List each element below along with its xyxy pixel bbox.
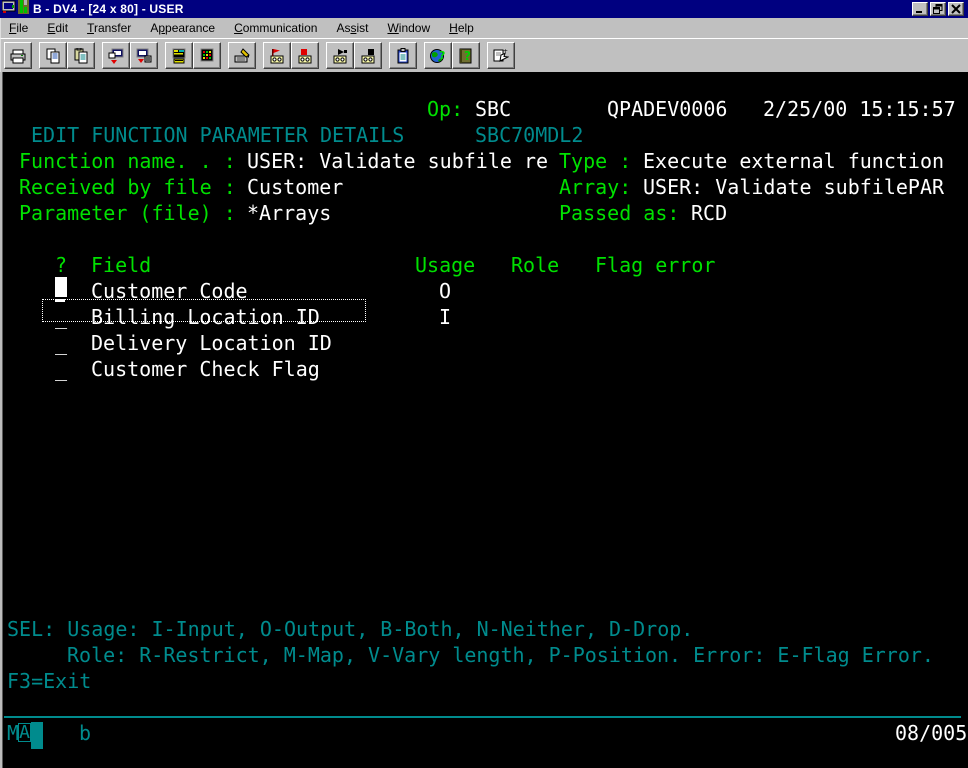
passed-as-value: RCD <box>691 201 728 225</box>
field-name: Customer Code <box>91 279 248 303</box>
toolbar-group <box>228 42 256 69</box>
menu-appearance[interactable]: Appearance <box>150 21 215 35</box>
svg-text:?: ? <box>464 49 471 63</box>
window-title: B - DV4 - [24 x 80] - USER <box>33 2 184 16</box>
session-icon[interactable] <box>18 0 29 19</box>
column-header-field: Field <box>91 253 152 277</box>
oia-separator <box>4 716 961 718</box>
menu-communication[interactable]: Communication <box>234 21 317 35</box>
menu-bar: File Edit Transfer Appearance Communication A… <box>0 18 968 38</box>
terminal-text: QPADEV0006 <box>607 97 728 121</box>
svg-text:+: + <box>503 48 508 55</box>
terminal-text: Passed as: <box>559 201 680 225</box>
receive-file-icon[interactable] <box>130 42 158 69</box>
input-underscore[interactable] <box>55 299 65 302</box>
web-help-icon[interactable]: ? <box>424 42 452 69</box>
oia-block-indicator <box>31 722 43 749</box>
field-name: Delivery Location ID <box>91 331 332 355</box>
play-macro-icon[interactable] <box>326 42 354 69</box>
array-value: USER: Validate subfilePAR <box>643 175 945 199</box>
terminal-text: Array: <box>559 175 632 199</box>
toolbar-group: + <box>487 42 515 69</box>
restore-button[interactable] <box>930 2 946 16</box>
column-header-usage: Usage <box>415 253 476 277</box>
send-file-icon[interactable] <box>102 42 130 69</box>
toolbar-group <box>165 42 221 69</box>
received-by-file-value[interactable]: Customer <box>247 174 343 200</box>
oia-keyboard-indicator: b <box>79 721 92 745</box>
app-icon[interactable] <box>1 0 16 19</box>
print-icon[interactable] <box>4 42 32 69</box>
toolbar-group <box>102 42 158 69</box>
column-header-sel: ? <box>55 253 68 277</box>
info-book-icon[interactable]: ? <box>452 42 480 69</box>
toolbar-group <box>39 42 95 69</box>
record-start-icon[interactable] <box>263 42 291 69</box>
terminal-text: Function name. . : <box>19 149 236 173</box>
clipboard-icon[interactable] <box>389 42 417 69</box>
stop-macro-icon[interactable] <box>354 42 382 69</box>
menu-transfer[interactable]: Transfer <box>87 21 131 35</box>
emulator-window: B - DV4 - [24 x 80] - USER File Edit Trans… <box>0 0 968 768</box>
terminal-text: Op: <box>427 97 464 121</box>
toolbar-group: ?? <box>424 42 480 69</box>
record-stop-icon[interactable] <box>291 42 319 69</box>
field-usage: I <box>439 305 452 329</box>
toolbar-group <box>326 42 382 69</box>
terminal-screen[interactable]: M A b 08/005 Op: SBC QPADEV0006 2/25/00 15:… <box>0 72 968 768</box>
title-bar: B - DV4 - [24 x 80] - USER <box>0 0 968 18</box>
terminal-text: Received by file : <box>19 175 236 199</box>
column-header-role: Role <box>511 253 560 277</box>
function-key-hint: F3=Exit <box>7 669 92 693</box>
terminal-text: Type : <box>559 149 632 173</box>
screen-title: EDIT FUNCTION PARAMETER DETAILS <box>31 123 405 147</box>
toolbar: ?? + <box>0 38 968 72</box>
menu-window[interactable]: Window <box>387 21 430 35</box>
menu-assist[interactable]: Assist <box>336 21 368 35</box>
color-map-icon[interactable] <box>193 42 221 69</box>
copy-icon[interactable] <box>39 42 67 69</box>
window-left-border <box>0 72 3 768</box>
minimize-button[interactable] <box>912 2 928 16</box>
legend-role: Role: R-Restrict, M-Map, V-Vary length, … <box>67 643 934 667</box>
menu-edit[interactable]: Edit <box>47 21 68 35</box>
paste-icon[interactable] <box>67 42 95 69</box>
function-type-value: Execute external function <box>643 149 945 173</box>
field-usage: O <box>439 279 452 303</box>
legend-usage: SEL: Usage: I-Input, O-Output, B-Both, N… <box>7 617 694 641</box>
display-setup-icon[interactable] <box>165 42 193 69</box>
function-name-value[interactable]: USER: Validate subfile re <box>247 148 548 174</box>
column-header-flag-error: Flag error <box>595 253 716 277</box>
hotspots-icon[interactable]: + <box>487 42 515 69</box>
keyboard-setup-icon[interactable] <box>228 42 256 69</box>
field-name: Billing Location ID <box>91 305 320 329</box>
toolbar-group <box>389 42 417 69</box>
field-name: Customer Check Flag <box>91 357 320 381</box>
terminal-text: 2/25/00 15:15:57 <box>763 97 956 121</box>
oia-attn-indicator: A <box>18 722 31 743</box>
parameter-file-value[interactable]: *Arrays <box>247 200 331 226</box>
sel-input[interactable]: _ <box>55 304 67 330</box>
svg-text:?: ? <box>439 49 445 62</box>
terminal-text: Parameter (file) : <box>19 201 236 225</box>
menu-help[interactable]: Help <box>449 21 474 35</box>
menu-file[interactable]: File <box>9 21 28 35</box>
toolbar-group <box>263 42 319 69</box>
sel-input[interactable]: _ <box>55 356 67 382</box>
screen-id: SBC70MDL2 <box>475 123 584 147</box>
close-button[interactable] <box>948 2 964 16</box>
sel-input[interactable]: _ <box>55 330 67 356</box>
oia-cursor-position: 08/005 <box>895 721 968 745</box>
terminal-text: SBC <box>475 97 512 121</box>
toolbar-group <box>4 42 32 69</box>
text-cursor <box>55 277 67 297</box>
